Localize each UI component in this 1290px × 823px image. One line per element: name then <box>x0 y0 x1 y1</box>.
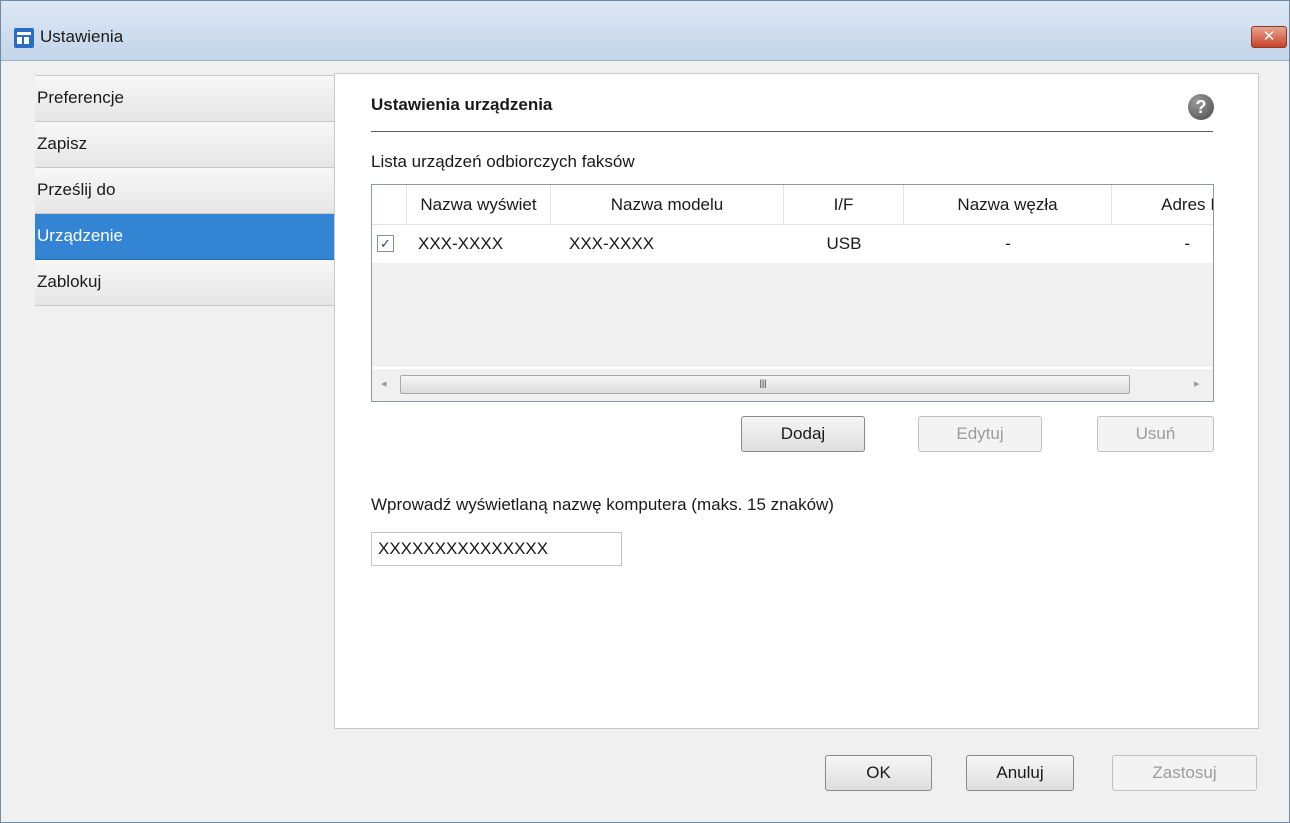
sidebar: Preferencje Zapisz Prześlij do Urządzeni… <box>35 75 335 306</box>
close-button[interactable]: ✕ <box>1251 26 1287 48</box>
scroll-thumb[interactable]: III <box>400 375 1130 394</box>
ok-button[interactable]: OK <box>825 755 932 791</box>
window-title: Ustawienia <box>40 27 124 46</box>
sidebar-item-label: Urządzenie <box>37 226 123 245</box>
column-header-node-name[interactable]: Nazwa węzła <box>904 185 1112 225</box>
list-empty-area <box>372 263 1213 367</box>
add-button[interactable]: Dodaj <box>741 416 865 452</box>
app-icon <box>14 28 34 48</box>
settings-window: Ustawienia ✕ Preferencje Zapisz Prześlij… <box>0 0 1290 823</box>
sidebar-item-save[interactable]: Zapisz <box>35 122 335 168</box>
row-display-name: XXX-XXXX <box>418 234 504 253</box>
row-node-name: - <box>1005 234 1011 253</box>
sidebar-item-label: Zapisz <box>37 134 88 153</box>
table-row[interactable]: ✓ XXX-XXXX XXX-XXXX USB - - <box>372 225 1213 263</box>
computer-name-label: Wprowadź wyświetlaną nazwę komputera (ma… <box>371 495 834 514</box>
edit-button[interactable]: Edytuj <box>918 416 1042 452</box>
device-list-label: Lista urządzeń odbiorczych faksów <box>371 152 635 171</box>
sidebar-item-device[interactable]: Urządzenie <box>35 214 335 260</box>
column-header-interface[interactable]: I/F <box>784 185 904 225</box>
section-divider <box>371 131 1213 132</box>
sidebar-item-send-to[interactable]: Prześlij do <box>35 168 335 214</box>
remove-button[interactable]: Usuń <box>1097 416 1214 452</box>
column-header-display-name[interactable]: Nazwa wyświet <box>407 185 551 225</box>
computer-name-input[interactable] <box>371 532 622 566</box>
row-model-name: XXX-XXXX <box>569 234 655 253</box>
help-icon[interactable]: ? <box>1188 94 1214 120</box>
apply-button[interactable]: Zastosuj <box>1112 755 1257 791</box>
horizontal-scrollbar[interactable]: ◂ III ▸ <box>372 369 1213 401</box>
sidebar-item-preferences[interactable]: Preferencje <box>35 76 335 122</box>
cancel-button[interactable]: Anuluj <box>966 755 1074 791</box>
sidebar-item-label: Zablokuj <box>37 272 102 291</box>
scroll-left-icon[interactable]: ◂ <box>381 377 387 390</box>
section-title: Ustawienia urządzenia <box>371 95 553 114</box>
fax-device-list: Nazwa wyświet Nazwa modelu I/F Nazwa węz… <box>371 184 1214 402</box>
column-header-model-name[interactable]: Nazwa modelu <box>551 185 784 225</box>
column-header-address[interactable]: Adres I <box>1112 185 1213 225</box>
row-address: - <box>1184 234 1190 253</box>
sidebar-item-lock[interactable]: Zablokuj <box>35 260 335 306</box>
sidebar-item-label: Prześlij do <box>37 180 116 199</box>
close-icon: ✕ <box>1262 28 1276 45</box>
column-header-check[interactable] <box>372 185 407 225</box>
title-bar: Ustawienia ✕ <box>1 1 1289 61</box>
device-settings-panel: Ustawienia urządzenia ? Lista urządzeń o… <box>334 73 1259 729</box>
scroll-grip-icon: III <box>759 377 767 391</box>
list-header: Nazwa wyświet Nazwa modelu I/F Nazwa węz… <box>372 185 1213 225</box>
scroll-right-icon[interactable]: ▸ <box>1194 377 1200 390</box>
row-interface: USB <box>826 234 862 253</box>
row-checkbox[interactable]: ✓ <box>377 235 394 252</box>
sidebar-item-label: Preferencje <box>37 88 124 107</box>
